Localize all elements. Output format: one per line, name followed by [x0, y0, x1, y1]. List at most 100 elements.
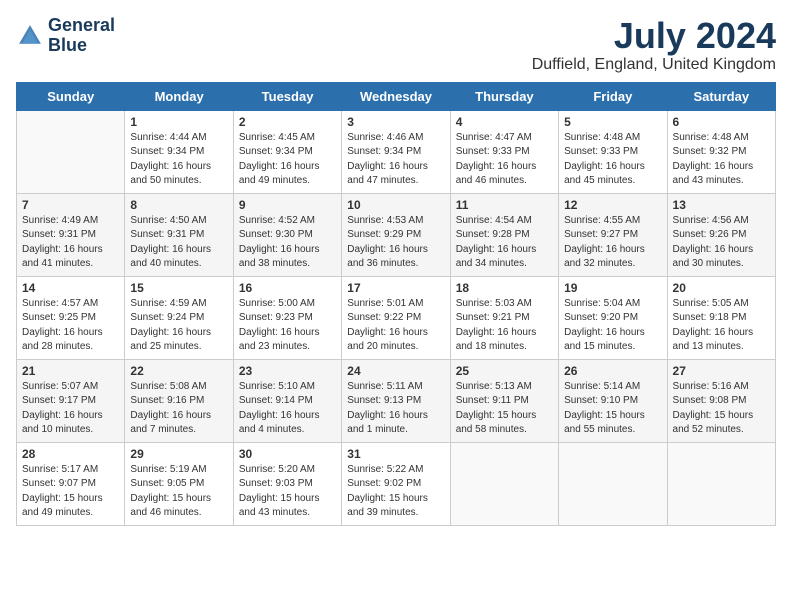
month-year-title: July 2024: [532, 16, 776, 56]
day-number: 3: [347, 115, 444, 129]
day-number: 19: [564, 281, 661, 295]
weekday-header-sunday: Sunday: [17, 82, 125, 110]
calendar-cell: 13 Sunrise: 4:56 AM Sunset: 9:26 PM Dayli…: [667, 193, 775, 276]
weekday-header-monday: Monday: [125, 82, 233, 110]
day-number: 25: [456, 364, 553, 378]
day-info: Sunrise: 5:16 AM Sunset: 9:08 PM Dayligh…: [673, 380, 770, 438]
day-info: Sunrise: 4:47 AM Sunset: 9:33 PM Dayligh…: [456, 131, 553, 189]
day-info: Sunrise: 4:55 AM Sunset: 9:27 PM Dayligh…: [564, 214, 661, 272]
weekday-header-thursday: Thursday: [450, 82, 558, 110]
day-number: 26: [564, 364, 661, 378]
calendar-cell: 15Sunrise: 4:59 AM Sunset: 9:24 PM Dayli…: [125, 276, 233, 359]
day-number: 23: [239, 364, 336, 378]
day-info: Sunrise: 5:07 AM Sunset: 9:17 PM Dayligh…: [22, 380, 119, 438]
calendar-cell: [450, 442, 558, 525]
calendar-cell: [17, 110, 125, 193]
day-info: Sunrise: 5:11 AM Sunset: 9:13 PM Dayligh…: [347, 380, 444, 438]
day-number: 21: [22, 364, 119, 378]
calendar-cell: 16 Sunrise: 5:00 AM Sunset: 9:23 PM Dayli…: [233, 276, 341, 359]
calendar-cell: [667, 442, 775, 525]
day-info: Sunrise: 4:46 AM Sunset: 9:34 PM Dayligh…: [347, 131, 444, 189]
day-info: Sunrise: 4:57 AM Sunset: 9:25 PM Dayligh…: [22, 297, 119, 355]
day-info: Sunrise: 4:56 AM Sunset: 9:26 PM Dayligh…: [673, 214, 770, 272]
day-info: Sunrise: 4:54 AM Sunset: 9:28 PM Dayligh…: [456, 214, 553, 272]
day-number: 27: [673, 364, 770, 378]
day-info: Sunrise: 4:53 AM Sunset: 9:29 PM Dayligh…: [347, 214, 444, 272]
week-row-2: 7 Sunrise: 4:49 AM Sunset: 9:31 PM Daylig…: [17, 193, 776, 276]
day-info: Sunrise: 5:04 AM Sunset: 9:20 PM Dayligh…: [564, 297, 661, 355]
day-number: 5: [564, 115, 661, 129]
day-number: 22: [130, 364, 227, 378]
calendar-cell: 11 Sunrise: 4:54 AM Sunset: 9:28 PM Dayli…: [450, 193, 558, 276]
weekday-header-tuesday: Tuesday: [233, 82, 341, 110]
calendar-cell: 10Sunrise: 4:53 AM Sunset: 9:29 PM Dayli…: [342, 193, 450, 276]
calendar-cell: 27 Sunrise: 5:16 AM Sunset: 9:08 PM Dayli…: [667, 359, 775, 442]
weekday-header-friday: Friday: [559, 82, 667, 110]
day-info: Sunrise: 4:45 AM Sunset: 9:34 PM Dayligh…: [239, 131, 336, 189]
day-number: 7: [22, 198, 119, 212]
day-number: 31: [347, 447, 444, 461]
weekday-header-saturday: Saturday: [667, 82, 775, 110]
day-info: Sunrise: 4:44 AM Sunset: 9:34 PM Dayligh…: [130, 131, 227, 189]
day-info: Sunrise: 5:13 AM Sunset: 9:11 PM Dayligh…: [456, 380, 553, 438]
week-row-5: 28 Sunrise: 5:17 AM Sunset: 9:07 PM Dayli…: [17, 442, 776, 525]
logo: General Blue: [16, 16, 115, 56]
day-number: 8: [130, 198, 227, 212]
day-info: Sunrise: 4:48 AM Sunset: 9:33 PM Dayligh…: [564, 131, 661, 189]
day-number: 12: [564, 198, 661, 212]
calendar-cell: 26Sunrise: 5:14 AM Sunset: 9:10 PM Dayli…: [559, 359, 667, 442]
week-row-4: 21 Sunrise: 5:07 AM Sunset: 9:17 PM Dayli…: [17, 359, 776, 442]
page-header: General Blue July 2024 Duffield, England…: [16, 16, 776, 74]
calendar-cell: 29Sunrise: 5:19 AM Sunset: 9:05 PM Dayli…: [125, 442, 233, 525]
title-area: July 2024 Duffield, England, United King…: [532, 16, 776, 74]
day-number: 29: [130, 447, 227, 461]
calendar-cell: 22 Sunrise: 5:08 AM Sunset: 9:16 PM Dayli…: [125, 359, 233, 442]
weekday-header-row: SundayMondayTuesdayWednesdayThursdayFrid…: [17, 82, 776, 110]
calendar-cell: 3 Sunrise: 4:46 AM Sunset: 9:34 PM Daylig…: [342, 110, 450, 193]
calendar-cell: 7 Sunrise: 4:49 AM Sunset: 9:31 PM Daylig…: [17, 193, 125, 276]
logo-icon: [16, 22, 44, 50]
day-number: 24: [347, 364, 444, 378]
calendar-cell: 2Sunrise: 4:45 AM Sunset: 9:34 PM Daylig…: [233, 110, 341, 193]
calendar-cell: 24 Sunrise: 5:11 AM Sunset: 9:13 PM Dayli…: [342, 359, 450, 442]
calendar-cell: [559, 442, 667, 525]
week-row-3: 14 Sunrise: 4:57 AM Sunset: 9:25 PM Dayli…: [17, 276, 776, 359]
day-number: 1: [130, 115, 227, 129]
calendar-cell: 25 Sunrise: 5:13 AM Sunset: 9:11 PM Dayli…: [450, 359, 558, 442]
day-info: Sunrise: 5:08 AM Sunset: 9:16 PM Dayligh…: [130, 380, 227, 438]
day-info: Sunrise: 5:03 AM Sunset: 9:21 PM Dayligh…: [456, 297, 553, 355]
day-info: Sunrise: 5:22 AM Sunset: 9:02 PM Dayligh…: [347, 463, 444, 521]
day-number: 18: [456, 281, 553, 295]
calendar-cell: 14 Sunrise: 4:57 AM Sunset: 9:25 PM Dayli…: [17, 276, 125, 359]
calendar-cell: 6 Sunrise: 4:48 AM Sunset: 9:32 PM Daylig…: [667, 110, 775, 193]
day-info: Sunrise: 4:59 AM Sunset: 9:24 PM Dayligh…: [130, 297, 227, 355]
day-info: Sunrise: 5:17 AM Sunset: 9:07 PM Dayligh…: [22, 463, 119, 521]
calendar-cell: 1 Sunrise: 4:44 AM Sunset: 9:34 PM Daylig…: [125, 110, 233, 193]
day-number: 28: [22, 447, 119, 461]
day-number: 4: [456, 115, 553, 129]
calendar-cell: 12 Sunrise: 4:55 AM Sunset: 9:27 PM Dayli…: [559, 193, 667, 276]
day-info: Sunrise: 5:05 AM Sunset: 9:18 PM Dayligh…: [673, 297, 770, 355]
day-info: Sunrise: 5:00 AM Sunset: 9:23 PM Dayligh…: [239, 297, 336, 355]
day-info: Sunrise: 4:48 AM Sunset: 9:32 PM Dayligh…: [673, 131, 770, 189]
calendar-cell: 9 Sunrise: 4:52 AM Sunset: 9:30 PM Daylig…: [233, 193, 341, 276]
calendar-cell: 19 Sunrise: 5:04 AM Sunset: 9:20 PM Dayli…: [559, 276, 667, 359]
calendar-cell: 30Sunrise: 5:20 AM Sunset: 9:03 PM Dayli…: [233, 442, 341, 525]
day-number: 11: [456, 198, 553, 212]
calendar-cell: 20 Sunrise: 5:05 AM Sunset: 9:18 PM Dayli…: [667, 276, 775, 359]
day-info: Sunrise: 4:49 AM Sunset: 9:31 PM Dayligh…: [22, 214, 119, 272]
day-number: 6: [673, 115, 770, 129]
calendar-cell: 17Sunrise: 5:01 AM Sunset: 9:22 PM Dayli…: [342, 276, 450, 359]
weekday-header-wednesday: Wednesday: [342, 82, 450, 110]
day-number: 13: [673, 198, 770, 212]
day-info: Sunrise: 4:52 AM Sunset: 9:30 PM Dayligh…: [239, 214, 336, 272]
day-number: 20: [673, 281, 770, 295]
calendar-body: 1 Sunrise: 4:44 AM Sunset: 9:34 PM Daylig…: [17, 110, 776, 525]
day-number: 9: [239, 198, 336, 212]
day-number: 14: [22, 281, 119, 295]
calendar-header: SundayMondayTuesdayWednesdayThursdayFrid…: [17, 82, 776, 110]
logo-text: General Blue: [48, 16, 115, 56]
day-number: 16: [239, 281, 336, 295]
day-number: 17: [347, 281, 444, 295]
calendar-table: SundayMondayTuesdayWednesdayThursdayFrid…: [16, 82, 776, 526]
